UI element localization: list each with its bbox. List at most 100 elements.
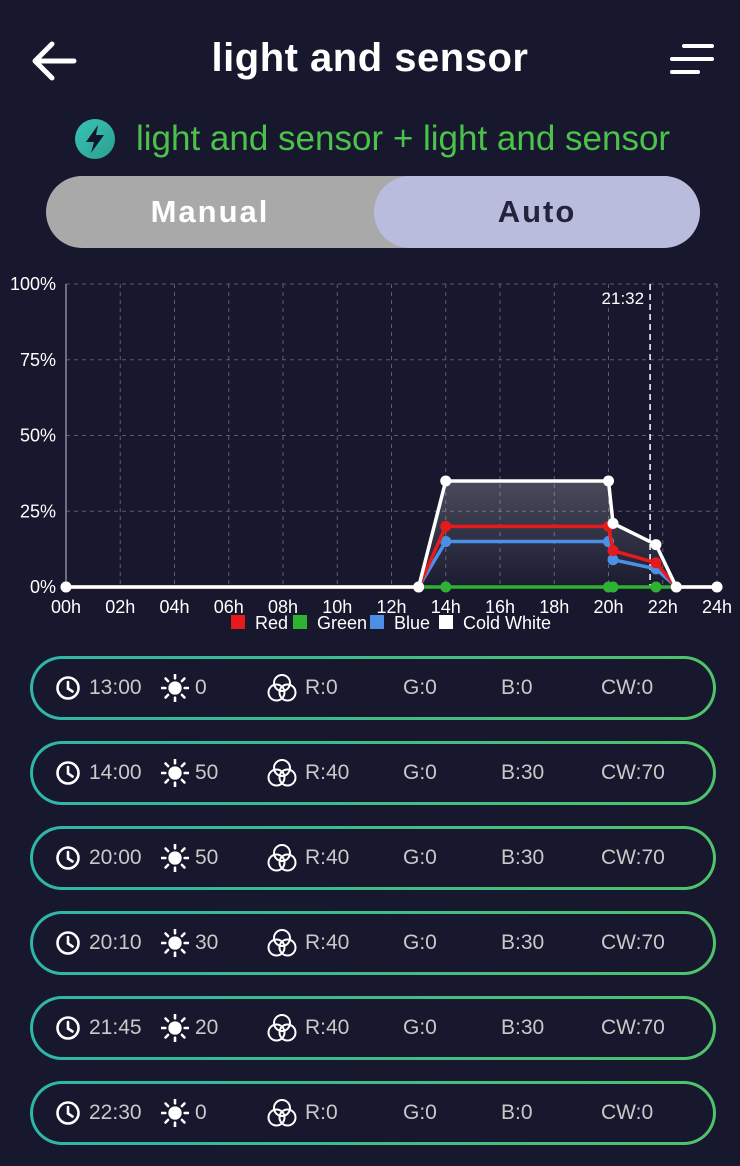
data-point-green [650, 581, 662, 593]
schedule-row[interactable]: 13:00 0 R:0 G:0 B:0 CW:0 [30, 656, 716, 720]
schedule-list: 13:00 0 R:0 G:0 B:0 CW:0 14:00 50 R:40 G:0 B:30 CW:… [30, 656, 716, 1166]
brightness-icon [160, 999, 190, 1057]
blue-value: B:30 [501, 931, 545, 954]
y-tick-label: 75% [20, 350, 56, 370]
green-value: G:0 [403, 676, 437, 699]
schedule-row[interactable]: 20:00 50 R:40 G:0 B:30 CW:70 [30, 826, 716, 890]
brightness-icon [160, 659, 190, 717]
brightness-icon [160, 914, 190, 972]
legend-swatch-green [293, 615, 307, 629]
schedule-row[interactable]: 20:10 30 R:40 G:0 B:30 CW:70 [30, 911, 716, 975]
clock-icon [55, 914, 81, 972]
data-point-red [440, 520, 452, 532]
x-tick-label: 14h [431, 597, 461, 617]
brightness-icon [160, 744, 190, 802]
data-point-cold-white [440, 475, 452, 487]
device-subtitle: light and sensor + light and sensor [74, 116, 670, 162]
schedule-time: 20:10 [89, 931, 142, 954]
data-point-green [440, 581, 452, 593]
red-value: R:40 [305, 931, 350, 954]
data-point-green [607, 581, 619, 593]
blue-value: B:30 [501, 846, 545, 869]
data-point-cold-white [711, 581, 723, 593]
clock-icon [55, 1084, 81, 1142]
data-point-cold-white [670, 581, 682, 593]
x-tick-label: 20h [593, 597, 623, 617]
clock-icon [55, 744, 81, 802]
blue-value: B:0 [501, 1101, 533, 1124]
x-tick-label: 02h [105, 597, 135, 617]
legend-swatch-cold-white [439, 615, 453, 629]
auto-mode-button[interactable]: Auto [374, 176, 700, 248]
legend-label-red: Red [255, 613, 288, 633]
cold-white-value: CW:70 [601, 931, 665, 954]
cold-white-value: CW:70 [601, 846, 665, 869]
data-point-cold-white [607, 517, 619, 529]
menu-icon [670, 44, 714, 74]
device-label: light and sensor + light and sensor [136, 119, 671, 158]
y-tick-label: 0% [30, 577, 56, 597]
legend-label-blue: Blue [394, 613, 430, 633]
data-point-cold-white [60, 581, 72, 593]
y-tick-label: 50% [20, 426, 56, 446]
red-value: R:40 [305, 846, 350, 869]
menu-button[interactable] [666, 40, 718, 80]
schedule-row[interactable]: 22:30 0 R:0 G:0 B:0 CW:0 [30, 1081, 716, 1145]
x-tick-label: 24h [702, 597, 732, 617]
data-point-cold-white [650, 539, 662, 551]
red-value: R:40 [305, 1016, 350, 1039]
cold-white-value: CW:70 [601, 761, 665, 784]
x-tick-label: 00h [51, 597, 81, 617]
schedule-row[interactable]: 14:00 50 R:40 G:0 B:30 CW:70 [30, 741, 716, 805]
current-time-label: 21:32 [602, 289, 645, 308]
rgb-circles-icon [266, 829, 298, 887]
top-bar: light and sensor [0, 0, 740, 120]
schedule-time: 14:00 [89, 761, 142, 784]
cold-white-value: CW:0 [601, 676, 654, 699]
blue-value: B:30 [501, 761, 545, 784]
brightness-value: 0 [195, 676, 207, 699]
light-schedule-chart: 00h 02h 04h 06h 08h 10h 12h 14h 16h 18h 20h 22h 24h1… [10, 274, 732, 633]
schedule-row[interactable]: 21:45 20 R:40 G:0 B:30 CW:70 [30, 996, 716, 1060]
green-value: G:0 [403, 1016, 437, 1039]
manual-mode-button[interactable]: Manual [46, 176, 374, 248]
x-tick-label: 06h [214, 597, 244, 617]
brightness-value: 30 [195, 931, 219, 954]
brightness-value: 50 [195, 846, 219, 869]
schedule-time: 13:00 [89, 676, 142, 699]
schedule-time: 22:30 [89, 1101, 142, 1124]
red-value: R:40 [305, 761, 350, 784]
blue-value: B:30 [501, 1016, 545, 1039]
data-point-cold-white [603, 475, 614, 487]
green-value: G:0 [403, 846, 437, 869]
lightning-bolt-icon [75, 119, 115, 159]
legend-label-cold-white: Cold White [463, 613, 551, 633]
y-tick-label: 25% [20, 501, 56, 521]
clock-icon [55, 999, 81, 1057]
data-point-cold-white [413, 581, 425, 593]
green-value: G:0 [403, 931, 437, 954]
green-value: G:0 [403, 1101, 437, 1124]
clock-icon [55, 659, 81, 717]
red-value: R:0 [305, 1101, 338, 1124]
data-point-red [650, 557, 662, 569]
rgb-circles-icon [266, 659, 298, 717]
rgb-circles-icon [266, 744, 298, 802]
rgb-circles-icon [266, 1084, 298, 1142]
red-value: R:0 [305, 676, 338, 699]
schedule-time: 21:45 [89, 1016, 142, 1039]
brightness-value: 50 [195, 761, 219, 784]
mode-toggle: Manual Auto [46, 176, 700, 248]
schedule-time: 20:00 [89, 846, 142, 869]
cold-white-value: CW:70 [601, 1016, 665, 1039]
x-tick-label: 22h [648, 597, 678, 617]
rgb-circles-icon [266, 914, 298, 972]
brightness-icon [160, 1084, 190, 1142]
brightness-icon [160, 829, 190, 887]
clock-icon [55, 829, 81, 887]
x-tick-label: 04h [159, 597, 189, 617]
legend-swatch-blue [370, 615, 384, 629]
rgb-circles-icon [266, 999, 298, 1057]
data-point-red [607, 545, 619, 557]
legend-swatch-red [231, 615, 245, 629]
